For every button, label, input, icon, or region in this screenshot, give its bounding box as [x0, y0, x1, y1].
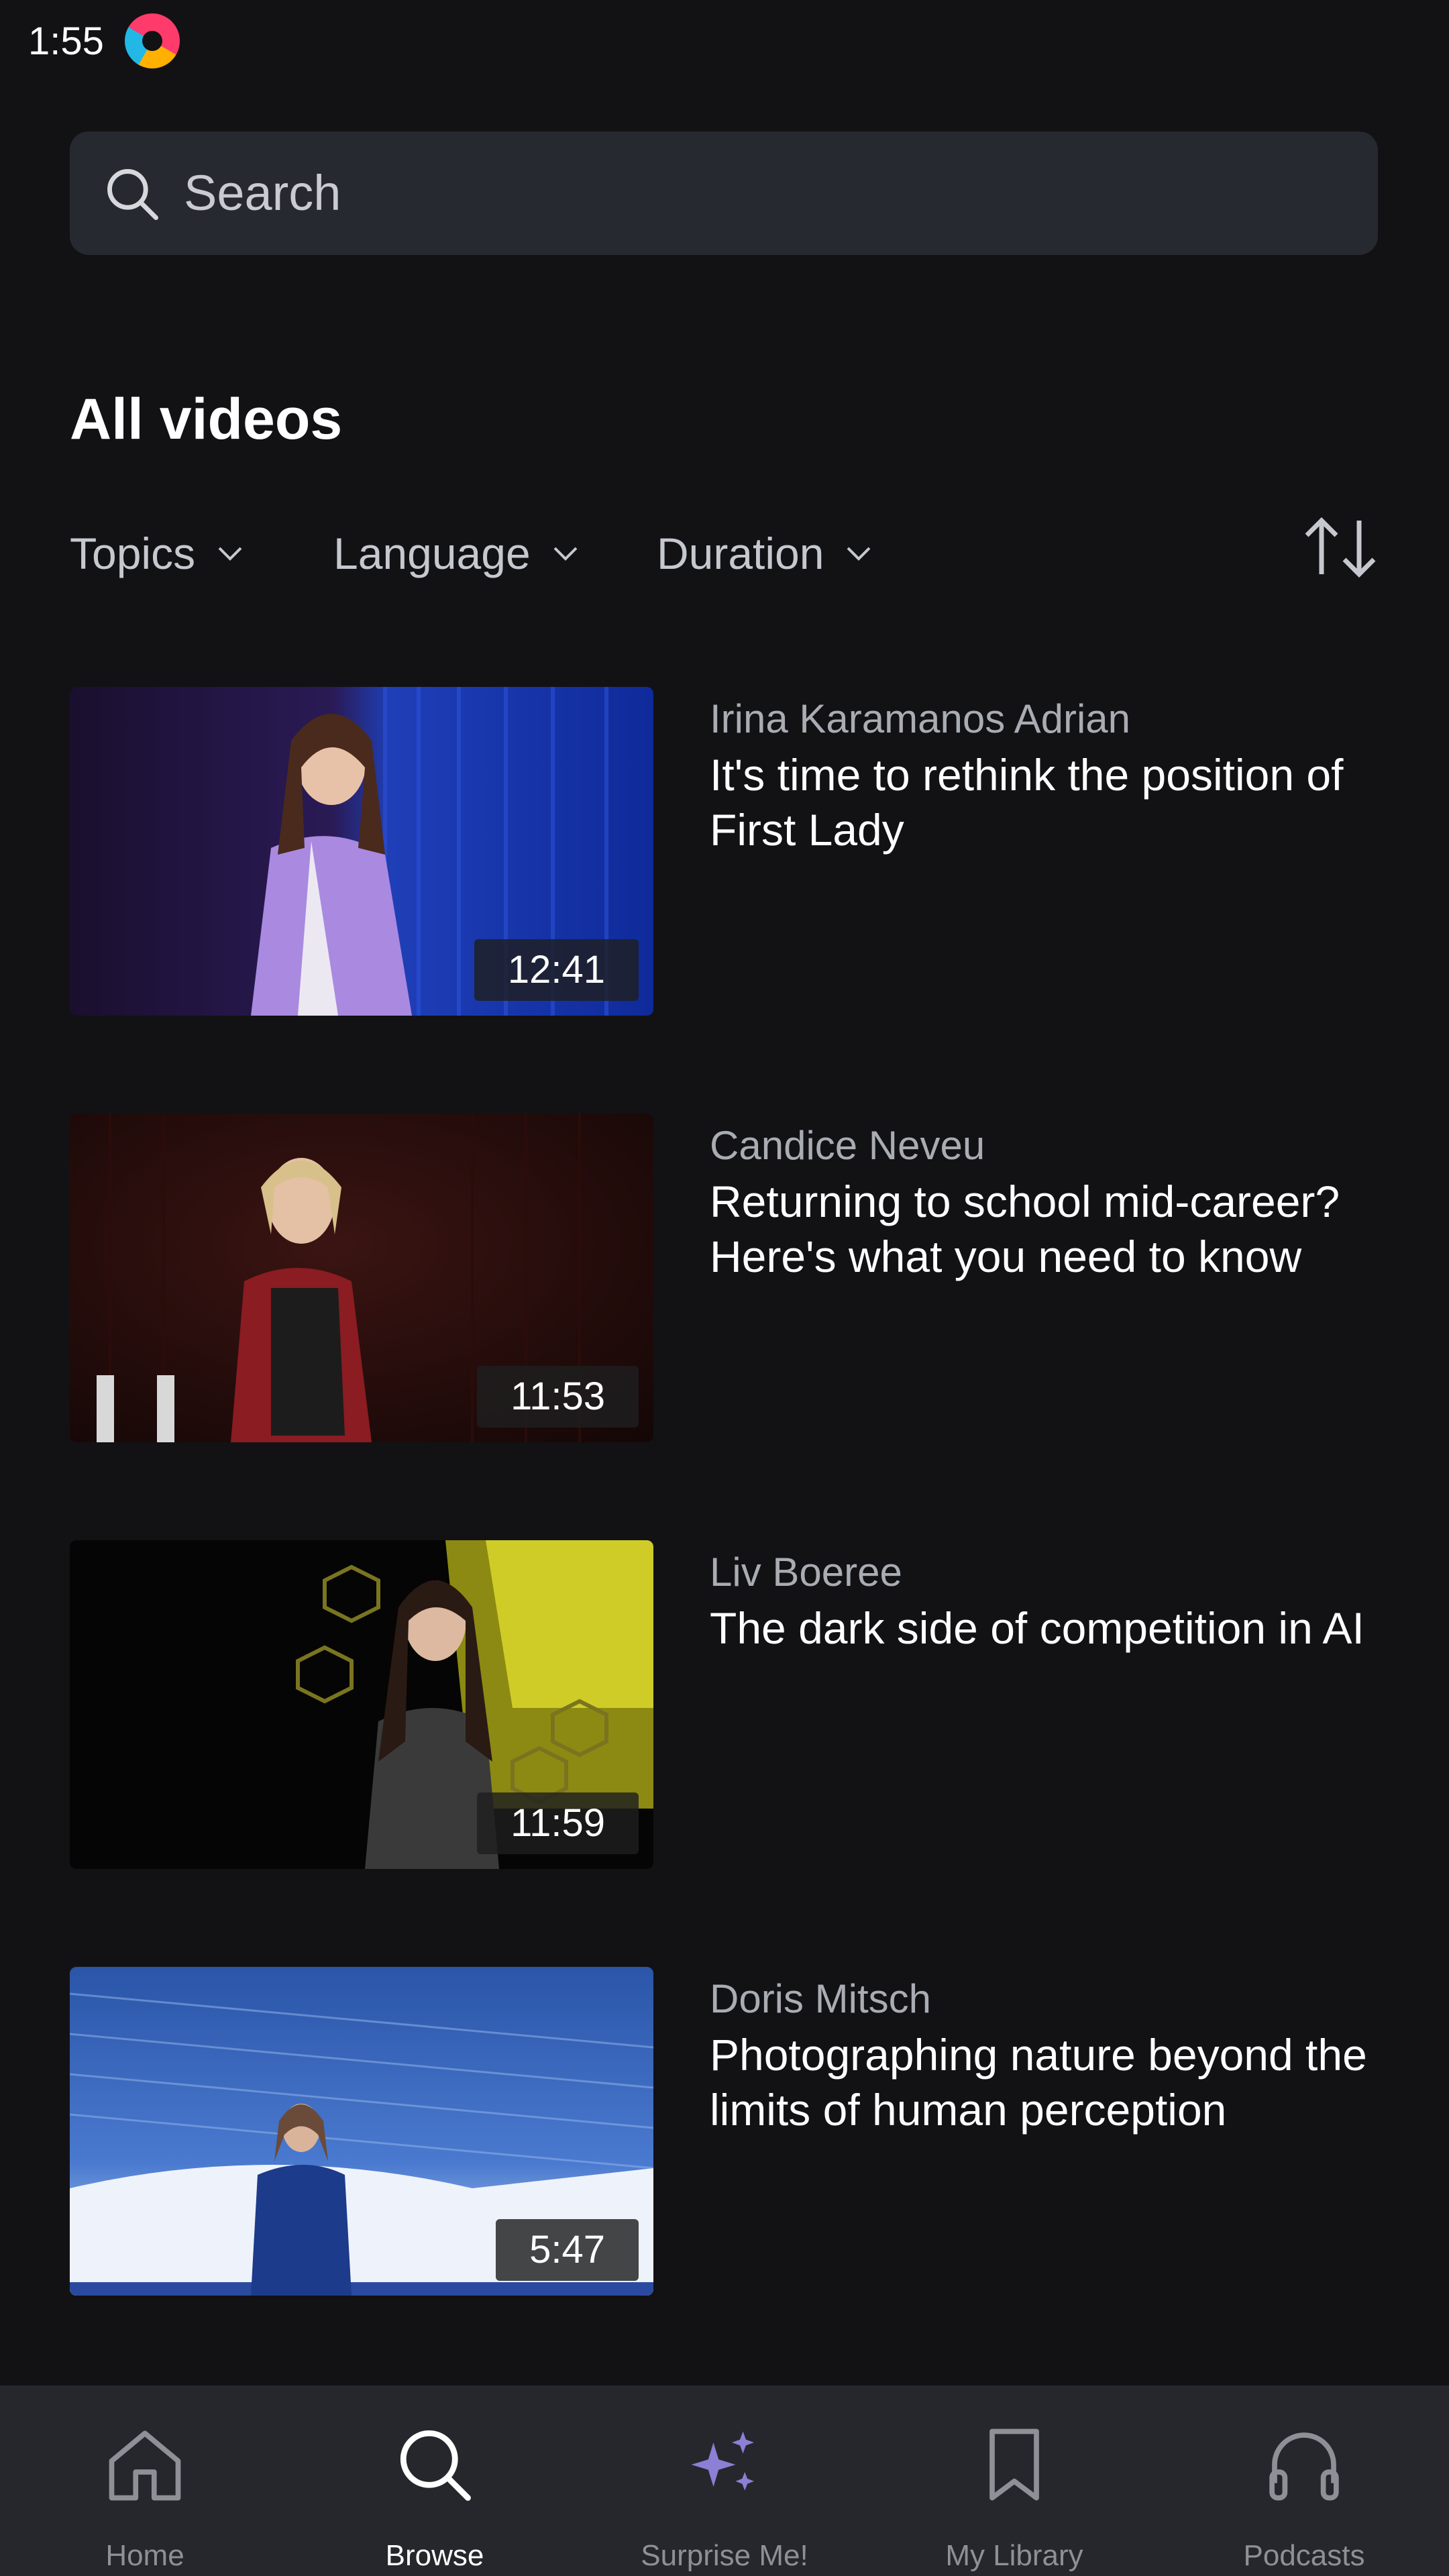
- nav-browse[interactable]: Browse: [290, 2385, 580, 2576]
- filter-duration-label: Duration: [657, 529, 824, 578]
- status-bar: 1:55: [0, 0, 1449, 84]
- nav-podcasts-label: Podcasts: [1243, 2539, 1365, 2572]
- sparkles-icon: [691, 2431, 754, 2491]
- video-thumbnail[interactable]: 11:53: [70, 1114, 653, 1442]
- filter-topics[interactable]: Topics: [70, 523, 246, 584]
- video-speaker: Doris Mitsch: [710, 1976, 932, 2021]
- video-list-item[interactable]: 11:59 Liv Boeree The dark side of compet…: [70, 1540, 1379, 1869]
- video-duration: 11:53: [477, 1366, 639, 1428]
- chevron-down-icon: [553, 547, 578, 561]
- video-thumbnail[interactable]: 11:59: [70, 1540, 653, 1869]
- filter-duration[interactable]: Duration: [657, 523, 875, 584]
- video-speaker: Irina Karamanos Adrian: [710, 696, 1131, 741]
- search-icon: [400, 2430, 471, 2501]
- video-title[interactable]: The dark side of competition in AI: [710, 1601, 1381, 1656]
- video-thumbnail[interactable]: 5:47: [70, 1967, 653, 2296]
- search-placeholder: Search: [184, 165, 341, 221]
- sort-icon[interactable]: [1301, 515, 1379, 580]
- status-time: 1:55: [28, 19, 104, 63]
- bookmark-icon: [989, 2428, 1039, 2501]
- video-speaker: Liv Boeree: [710, 1550, 902, 1595]
- video-list-item[interactable]: 11:53 Candice Neveu Returning to school …: [70, 1114, 1379, 1442]
- headphones-icon: [1269, 2432, 1339, 2501]
- video-duration: 5:47: [496, 2219, 639, 2281]
- app-notification-icon: [125, 13, 180, 68]
- chevron-down-icon: [218, 547, 242, 561]
- chevron-down-icon: [847, 547, 871, 561]
- video-thumbnail[interactable]: 12:41: [70, 687, 653, 1016]
- nav-surprise-me[interactable]: Surprise Me!: [580, 2385, 869, 2576]
- nav-browse-label: Browse: [385, 2539, 484, 2572]
- nav-surprise-label: Surprise Me!: [641, 2539, 808, 2572]
- nav-library-label: My Library: [945, 2539, 1083, 2572]
- nav-home-label: Home: [105, 2539, 184, 2572]
- page-title: All videos: [70, 387, 343, 451]
- video-title[interactable]: Returning to school mid-career? Here's w…: [710, 1174, 1381, 1284]
- video-duration: 11:59: [477, 1792, 639, 1854]
- filter-topics-label: Topics: [70, 529, 196, 578]
- video-speaker: Candice Neveu: [710, 1123, 985, 1168]
- video-list-item[interactable]: 12:41 Irina Karamanos Adrian It's time t…: [70, 687, 1379, 1016]
- nav-podcasts[interactable]: Podcasts: [1159, 2385, 1449, 2576]
- search-icon: [107, 169, 158, 220]
- video-duration: 12:41: [474, 939, 639, 1001]
- nav-home[interactable]: Home: [0, 2385, 290, 2576]
- filter-language[interactable]: Language: [333, 523, 582, 584]
- bottom-navigation: Home Browse Surprise Me! My Library Podc…: [0, 2385, 1449, 2576]
- video-list-item[interactable]: 5:47 Doris Mitsch Photographing nature b…: [70, 1967, 1379, 2296]
- video-title[interactable]: It's time to rethink the position of Fir…: [710, 747, 1381, 857]
- search-input[interactable]: Search: [70, 131, 1378, 255]
- filter-language-label: Language: [333, 529, 531, 578]
- home-icon: [109, 2430, 181, 2501]
- video-title[interactable]: Photographing nature beyond the limits o…: [710, 2027, 1381, 2137]
- nav-my-library[interactable]: My Library: [869, 2385, 1159, 2576]
